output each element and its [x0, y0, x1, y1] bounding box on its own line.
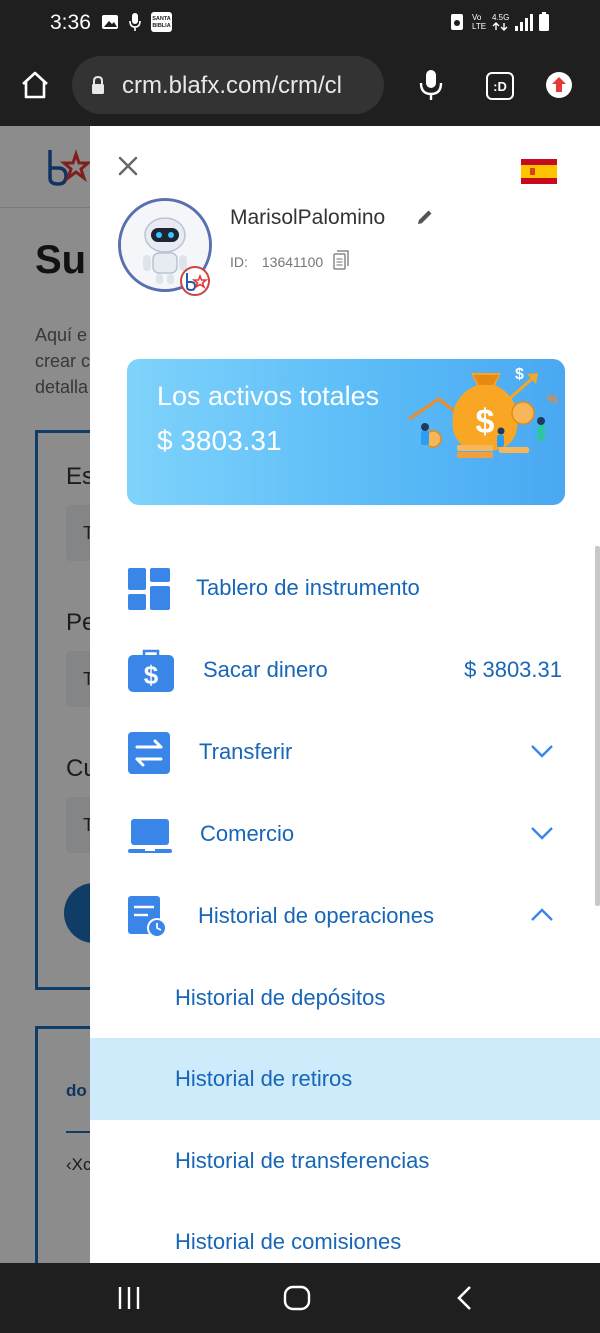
laptop-icon — [128, 819, 172, 853]
submenu-item-label: Historial de retiros — [175, 1066, 353, 1091]
svg-text:LTE: LTE — [472, 22, 486, 31]
status-bar: 3:36 SANTA BIBLIA Vo LTE 4.5G — [0, 0, 600, 44]
home-button-icon[interactable] — [282, 1283, 312, 1313]
user-id: ID: 13641100 — [230, 254, 323, 270]
gallery-icon — [102, 15, 118, 29]
svg-text:$: $ — [515, 366, 524, 383]
menu-item-label: Sacar dinero — [203, 657, 328, 682]
svg-text:SANTA: SANTA — [152, 16, 171, 22]
money-bag-illustration-icon: $ $ % — [409, 366, 558, 458]
user-id-label: ID: — [230, 254, 248, 270]
pencil-icon[interactable] — [416, 208, 434, 226]
submenu-item-label: Historial de comisiones — [175, 1229, 402, 1254]
total-assets-value: $ 3803.31 — [157, 425, 282, 456]
menu-item-label: Comercio — [200, 821, 295, 846]
history-clock-icon — [128, 896, 167, 938]
close-icon[interactable] — [114, 152, 142, 180]
tab-switcher-glyph: :D — [493, 79, 507, 94]
submenu-item-withdrawal-history[interactable]: Historial de retiros — [90, 1038, 600, 1120]
url-text: crm.blafx.com/crm/cl — [122, 72, 343, 99]
menu-item-label: Historial de operaciones — [198, 903, 435, 928]
recycle-icon — [451, 14, 463, 30]
mic-icon — [129, 13, 141, 31]
back-icon[interactable] — [450, 1283, 480, 1313]
status-time: 3:36 — [50, 11, 91, 34]
chevron-down-icon[interactable] — [530, 743, 554, 759]
volte-4g-icon: Vo LTE 4.5G — [472, 13, 509, 31]
tab-switcher-icon[interactable]: :D — [486, 72, 514, 100]
menu-item-trade[interactable]: Comercio — [90, 793, 600, 875]
address-bar[interactable]: crm.blafx.com/crm/cl — [72, 56, 384, 114]
username: MarisolPalomino — [230, 206, 386, 229]
chevron-down-icon[interactable] — [530, 825, 554, 841]
svg-text::D: :D — [493, 79, 507, 94]
battery-icon — [539, 12, 549, 31]
svg-text:$: $ — [476, 403, 495, 441]
submenu-item-transfer-history[interactable]: Historial de transferencias — [90, 1120, 600, 1202]
blafx-badge-icon — [186, 273, 209, 292]
withdraw-balance: $ 3803.31 — [464, 657, 562, 682]
transfer-arrows-icon — [128, 732, 170, 774]
svg-text:4.5G: 4.5G — [492, 13, 509, 22]
voice-search-icon[interactable] — [418, 68, 444, 102]
recent-apps-icon[interactable] — [114, 1283, 144, 1313]
santa-biblia-badge: SANTA BIBLIA — [152, 16, 171, 29]
signal-icon — [515, 14, 533, 31]
menu-item-label: Transferir — [199, 739, 293, 764]
menu-item-withdraw[interactable]: $ Sacar dinero $ 3803.31 — [90, 629, 600, 711]
svg-text:$: $ — [144, 660, 159, 690]
chevron-up-icon[interactable] — [530, 907, 554, 923]
submenu-item-label: Historial de depósitos — [175, 985, 386, 1010]
copy-icon[interactable] — [333, 250, 349, 270]
dashboard-icon — [128, 568, 170, 610]
svg-text:%: % — [547, 392, 558, 406]
system-nav-bar — [0, 1263, 600, 1333]
total-assets-label: Los activos totales — [157, 381, 380, 411]
side-drawer: MarisolPalomino ID: 13641100 Los activos … — [90, 126, 600, 1263]
submenu-item-label: Historial de transferencias — [175, 1148, 430, 1173]
total-assets-card: Los activos totales $ 3803.31 $ $ % — [127, 359, 565, 505]
lock-icon — [92, 75, 104, 94]
wallet-dollar-icon: $ — [128, 649, 174, 692]
submenu-item-deposit-history[interactable]: Historial de depósitos — [90, 957, 600, 1039]
menu-item-operations-history[interactable]: Historial de operaciones — [90, 875, 600, 957]
avatar-badge — [180, 266, 210, 296]
submenu-item-commission-history[interactable]: Historial de comisiones — [90, 1201, 600, 1263]
svg-text:BIBLIA: BIBLIA — [152, 23, 170, 29]
browser-toolbar: crm.blafx.com/crm/cl :D — [0, 44, 600, 126]
spain-flag-icon[interactable] — [521, 159, 557, 184]
svg-text:Vo: Vo — [472, 13, 482, 22]
scrollbar[interactable] — [595, 546, 600, 906]
menu-item-dashboard[interactable]: Tablero de instrumento — [90, 547, 600, 629]
menu-item-label: Tablero de instrumento — [196, 575, 420, 600]
menu-item-transfer[interactable]: Transferir — [90, 711, 600, 793]
update-icon[interactable] — [545, 71, 573, 99]
home-icon[interactable] — [20, 70, 50, 100]
santa-biblia-icon: SANTA BIBLIA — [151, 12, 172, 32]
user-id-value: 13641100 — [261, 254, 324, 270]
